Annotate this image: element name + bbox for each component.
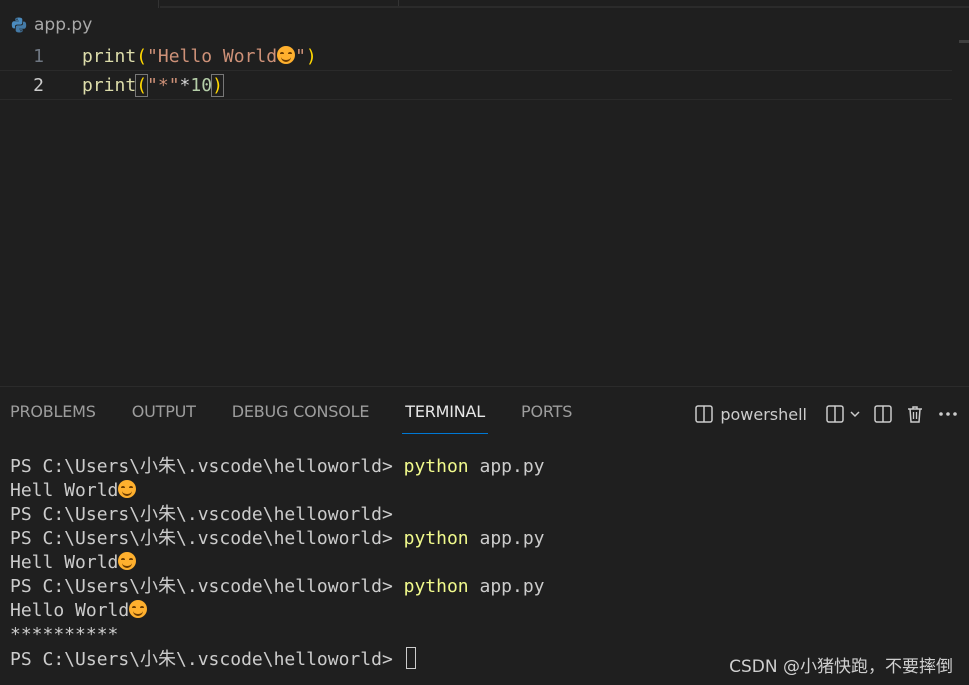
terminal-line: PS C:\Users\小朱\.vscode\helloworld> pytho… (10, 575, 545, 599)
tab-bar-strip (0, 0, 969, 8)
code-editor[interactable]: 1 print("Hello World ") 2 print("*"*10) (0, 40, 969, 385)
terminal-argument: app.py (468, 528, 545, 549)
smile-emoji-icon (129, 600, 148, 618)
terminal-line: Hell World (10, 479, 545, 503)
terminal-line: PS C:\Users\小朱\.vscode\helloworld> (10, 503, 545, 527)
watermark: CSDN @小猪快跑，不要摔倒 (729, 657, 953, 677)
new-terminal-dropdown[interactable] (825, 404, 861, 424)
tab-divider (158, 0, 159, 8)
terminal-command: python (403, 456, 469, 477)
code-string-quote: " (295, 45, 306, 67)
tab-terminal[interactable]: TERMINAL (402, 387, 488, 435)
code-operator: * (179, 74, 191, 96)
trash-icon (908, 406, 922, 423)
terminal-output-text: Hell World (10, 552, 119, 573)
code-paren: ) (305, 45, 317, 67)
kill-terminal-button[interactable] (905, 404, 925, 424)
terminal-output[interactable]: PS C:\Users\小朱\.vscode\helloworld> pytho… (10, 455, 545, 672)
tab-ports[interactable]: PORTS (521, 387, 572, 435)
split-editor-icon (874, 405, 892, 423)
bottom-panel: PROBLEMS OUTPUT DEBUG CONSOLE TERMINAL P… (0, 386, 969, 685)
code-string: "*" (147, 74, 180, 96)
terminal-command: python (403, 528, 469, 549)
line-number: 2 (33, 74, 44, 96)
breadcrumb-file-name[interactable]: app.py (34, 15, 92, 35)
terminal-output-text: Hell World (10, 480, 119, 501)
terminal-prompt: PS C:\Users\小朱\.vscode\helloworld> (10, 504, 393, 525)
panel-tabs: PROBLEMS OUTPUT DEBUG CONSOLE TERMINAL P… (10, 387, 608, 435)
tab-strip-bar (160, 6, 969, 8)
terminal-argument: app.py (468, 576, 545, 597)
chevron-down-icon (849, 408, 861, 420)
terminal-line: Hello World (10, 599, 545, 623)
line-code[interactable]: print("Hello World ") (82, 45, 317, 67)
terminal-output-stars: ********** (10, 624, 119, 645)
terminal-prompt: PS C:\Users\小朱\.vscode\helloworld> (10, 456, 404, 477)
terminal-line: PS C:\Users\小朱\.vscode\helloworld> pytho… (10, 455, 545, 479)
tab-output[interactable]: OUTPUT (132, 387, 196, 435)
terminal-split-layout-icon (694, 404, 714, 424)
minimap[interactable] (959, 40, 969, 43)
terminal-line: ********** (10, 623, 545, 647)
code-string: "Hello World (147, 45, 278, 67)
smile-emoji-icon (118, 552, 137, 570)
panel-toolbar: powershell (694, 387, 959, 441)
code-paren-matched: ( (135, 73, 149, 97)
smile-emoji-icon (118, 480, 137, 498)
split-terminal-icon (825, 404, 845, 424)
terminal-command: python (403, 576, 469, 597)
breadcrumb[interactable]: app.py (10, 13, 92, 37)
split-terminal-button[interactable] (873, 404, 893, 424)
code-number: 10 (190, 74, 213, 96)
terminal-line: PS C:\Users\小朱\.vscode\helloworld> pytho… (10, 527, 545, 551)
terminal-cursor (405, 647, 416, 669)
code-function: print (82, 74, 137, 96)
terminal-line: Hell World (10, 551, 545, 575)
code-paren: ( (136, 45, 148, 67)
editor-line[interactable]: 1 print("Hello World ") (0, 42, 952, 70)
terminal-argument: app.py (468, 456, 545, 477)
terminal-prompt: PS C:\Users\小朱\.vscode\helloworld> (10, 576, 404, 597)
tab-debug-console[interactable]: DEBUG CONSOLE (232, 387, 370, 435)
line-code[interactable]: print("*"*10) (82, 73, 224, 97)
python-file-icon (10, 16, 28, 34)
terminal-output-text: Hello World (10, 600, 130, 621)
editor-line-current[interactable]: 2 print("*"*10) (0, 70, 952, 100)
more-actions-button[interactable] (937, 404, 959, 424)
terminal-prompt: PS C:\Users\小朱\.vscode\helloworld> (10, 528, 404, 549)
terminal-line: PS C:\Users\小朱\.vscode\helloworld> (10, 647, 545, 672)
line-number: 1 (33, 45, 44, 67)
terminal-prompt: PS C:\Users\小朱\.vscode\helloworld> (10, 649, 404, 670)
terminal-shell-selector[interactable]: powershell (694, 404, 807, 424)
shell-name: powershell (720, 404, 807, 424)
code-paren-matched: ) (211, 73, 224, 97)
smile-emoji-icon (277, 45, 296, 64)
tab-problems[interactable]: PROBLEMS (10, 387, 96, 435)
code-function: print (82, 45, 137, 67)
ellipsis-icon (939, 412, 957, 416)
